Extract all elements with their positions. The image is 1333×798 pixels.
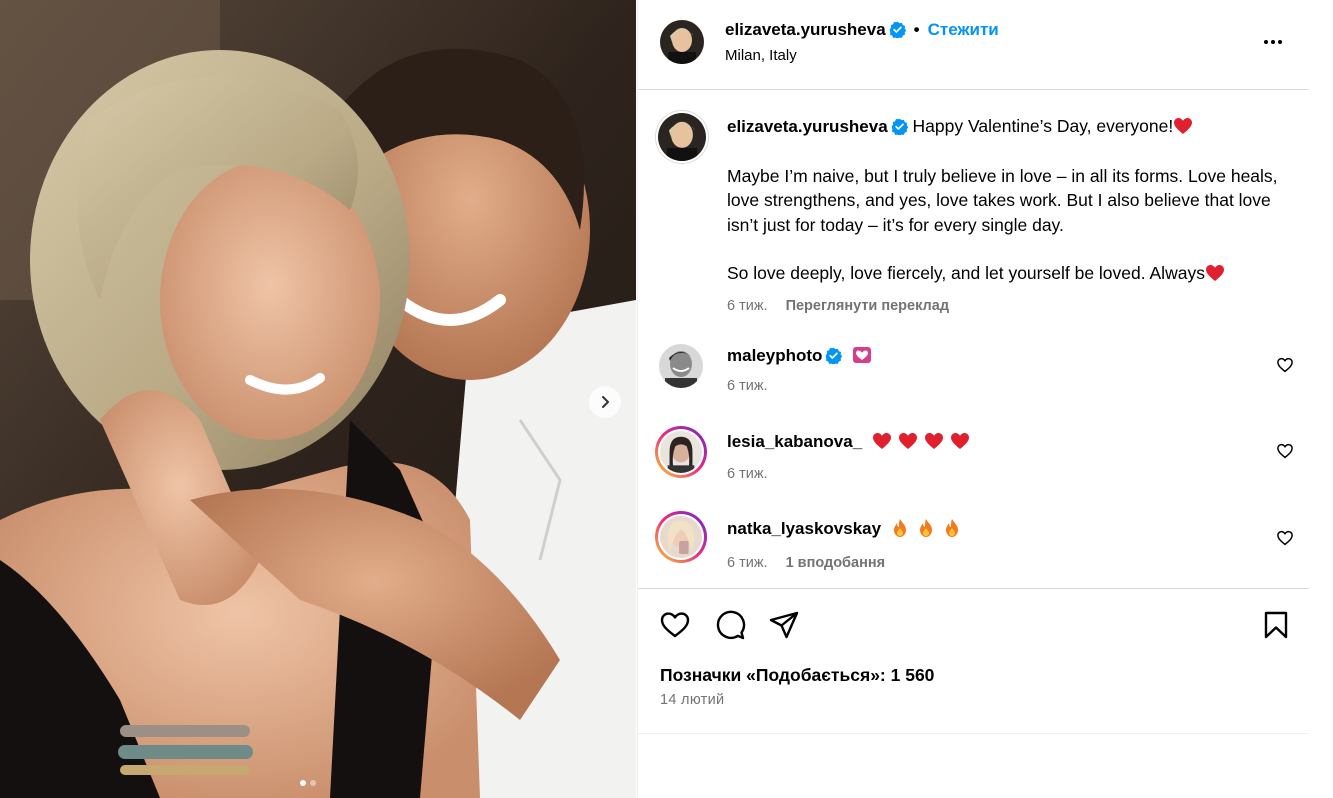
- caption-timestamp[interactable]: 6 тиж.: [727, 298, 768, 314]
- caption-author-avatar[interactable]: [656, 111, 708, 163]
- fire-emoji-icon: [920, 519, 933, 537]
- save-button[interactable]: [1260, 609, 1292, 641]
- verified-badge-icon: [826, 347, 843, 364]
- post-location[interactable]: Milan, Italy: [725, 47, 797, 64]
- post-date[interactable]: 14 лютий: [660, 692, 724, 708]
- commenter-username[interactable]: natka_lyaskovskay: [727, 519, 881, 538]
- red-heart-emoji-icon: [1205, 265, 1224, 281]
- verified-badge-icon: [889, 21, 906, 38]
- red-heart-emoji-icon: [951, 433, 970, 449]
- share-button[interactable]: [768, 609, 800, 641]
- more-options-button[interactable]: [1261, 30, 1285, 54]
- comment-button[interactable]: [714, 609, 746, 641]
- carousel-indicator: [300, 780, 316, 786]
- bookmark-icon: [1264, 611, 1288, 639]
- commenter-avatar-story-ring[interactable]: [655, 426, 707, 478]
- heart-outline-icon: [660, 612, 690, 638]
- post-header: elizaveta.yurusheva • Стежити Milan, Italy: [638, 0, 1309, 90]
- author-username[interactable]: elizaveta.yurusheva: [725, 20, 886, 39]
- verified-badge-icon: [891, 118, 908, 135]
- post-detail-panel: elizaveta.yurusheva • Стежити Milan, Italy…: [637, 0, 1309, 798]
- heart-outline-icon[interactable]: [1276, 529, 1294, 547]
- fire-emoji-icon: [946, 519, 959, 537]
- header-separator: •: [913, 20, 920, 39]
- carousel-next-button[interactable]: [589, 386, 621, 418]
- follow-button[interactable]: Стежити: [928, 20, 999, 39]
- paper-plane-icon: [769, 611, 799, 639]
- comment-timestamp[interactable]: 6 тиж.: [727, 555, 768, 571]
- post-photo[interactable]: [0, 0, 636, 798]
- caption-first-line: Happy Valentine’s Day, everyone!: [912, 116, 1174, 136]
- caption-username[interactable]: elizaveta.yurusheva: [727, 117, 888, 136]
- commenter-username[interactable]: lesia_kabanova_: [727, 432, 862, 451]
- commenter-username[interactable]: maleyphoto: [727, 346, 822, 365]
- comment-timestamp[interactable]: 6 тиж.: [727, 466, 768, 482]
- red-heart-emoji-icon: [899, 433, 918, 449]
- heart-outline-icon[interactable]: [1276, 442, 1294, 460]
- likes-count[interactable]: Позначки «Подобається»: 1 560: [660, 665, 934, 686]
- commenter-avatar[interactable]: [659, 344, 703, 388]
- carousel-dot-active: [300, 780, 306, 786]
- carousel-dot: [310, 780, 316, 786]
- red-heart-emoji-icon: [873, 433, 892, 449]
- caption-paragraph: Maybe I’m naive, but I truly believe in …: [727, 165, 1278, 235]
- red-heart-emoji-icon: [1174, 118, 1193, 134]
- more-options-icon: [1264, 40, 1282, 44]
- author-avatar[interactable]: [660, 20, 704, 64]
- post-actions-section: Позначки «Подобається»: 1 560 14 лютий: [638, 588, 1309, 734]
- couple-photo-illustration: [0, 0, 636, 798]
- comment-likes-count[interactable]: 1 вподобання: [786, 555, 886, 571]
- commenter-avatar-story-ring[interactable]: [655, 511, 707, 563]
- comment-timestamp[interactable]: 6 тиж.: [727, 378, 768, 394]
- red-heart-emoji-icon: [925, 433, 944, 449]
- comment-bubble-icon: [716, 610, 746, 640]
- see-translation-button[interactable]: Переглянути переклад: [786, 298, 949, 314]
- caption-closing-line: So love deeply, love fiercely, and let y…: [727, 263, 1205, 283]
- heart-decoration-emoji-icon: [852, 347, 871, 363]
- fire-emoji-icon: [894, 519, 907, 537]
- chevron-right-icon: [602, 396, 609, 408]
- heart-outline-icon[interactable]: [1276, 356, 1294, 374]
- like-button[interactable]: [659, 609, 691, 641]
